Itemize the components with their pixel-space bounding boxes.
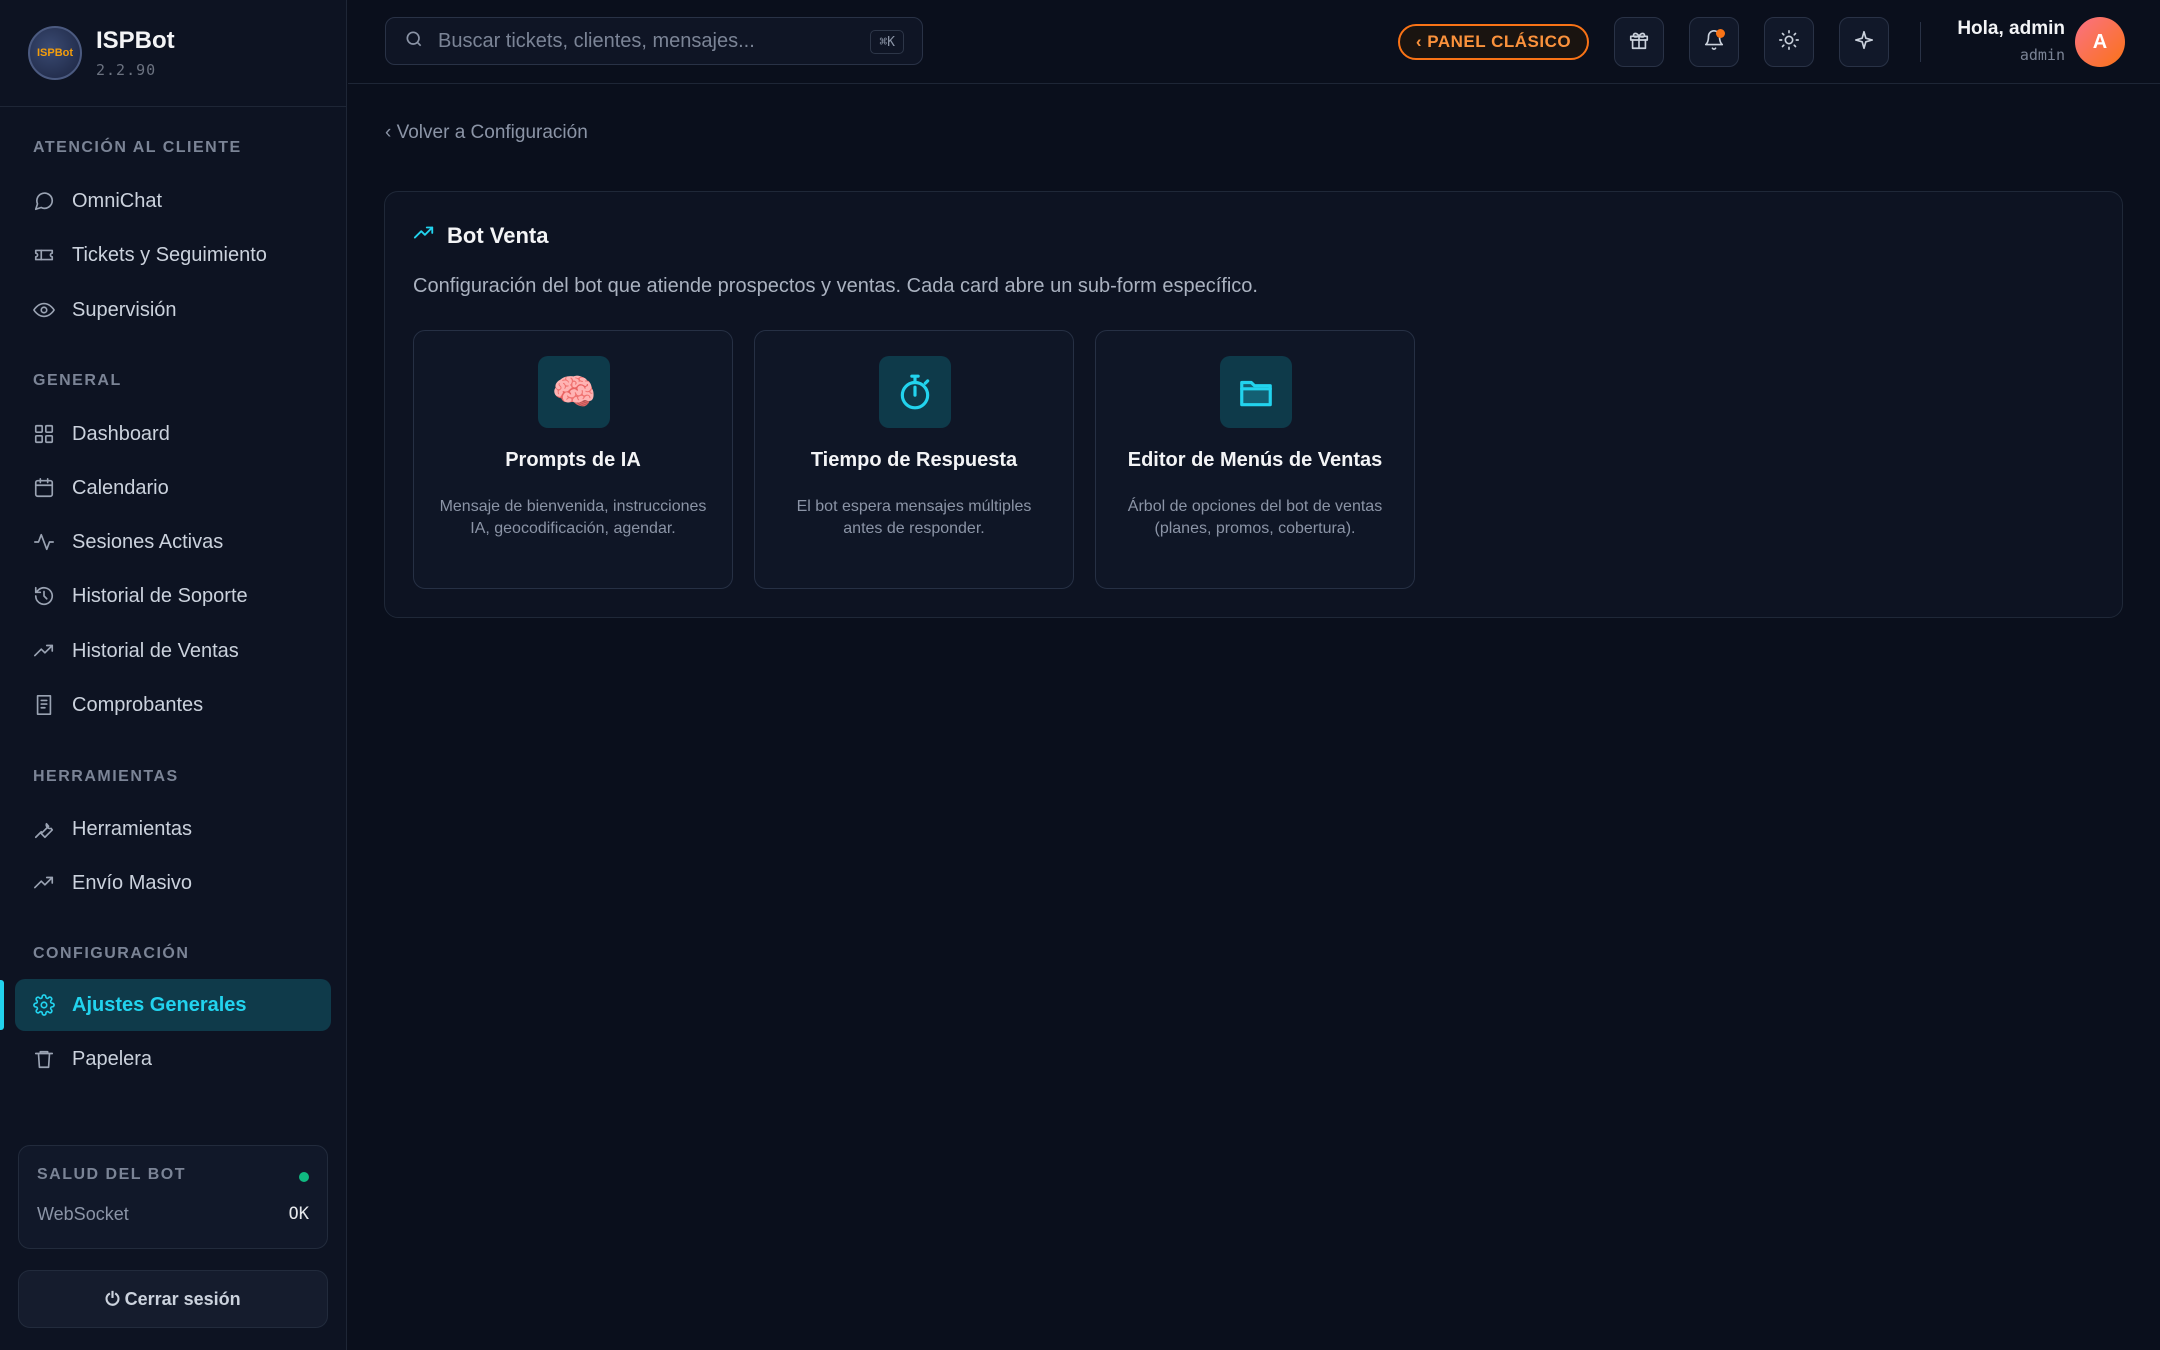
topbar-divider	[1920, 22, 1921, 62]
card-title: Editor de Menús de Ventas	[1127, 449, 1383, 471]
ai-assistant-button[interactable]	[1839, 17, 1889, 67]
sidebar-item-historial-ventas[interactable]: Historial de Ventas	[15, 625, 331, 677]
wrench-icon	[33, 818, 55, 840]
sidebar-item-label: OmniChat	[72, 189, 163, 212]
section-title-atencion: ATENCIÓN AL CLIENTE	[33, 139, 242, 156]
websocket-label: WebSocket	[37, 1204, 129, 1224]
user-info[interactable]: Hola, admin admin	[1957, 18, 2065, 64]
gift-button[interactable]	[1614, 17, 1664, 67]
trending-up-icon	[33, 640, 55, 662]
calendar-icon	[33, 477, 55, 499]
theme-toggle-button[interactable]	[1764, 17, 1814, 67]
brand-version: 2.2.90	[96, 61, 157, 79]
sparkle-icon	[1853, 29, 1875, 56]
search-shortcut: ⌘K	[870, 30, 904, 54]
card-title: Tiempo de Respuesta	[810, 449, 1018, 471]
sidebar-item-label: Calendario	[72, 476, 169, 499]
trending-up-icon	[413, 222, 435, 249]
sidebar-item-label: Papelera	[72, 1047, 153, 1070]
sidebar-item-comprobantes[interactable]: Comprobantes	[15, 679, 331, 731]
trash-icon	[33, 1048, 55, 1070]
sidebar-item-label: Historial de Soporte	[72, 584, 248, 607]
card-description: Mensaje de bienvenida, instrucciones IA,…	[439, 498, 707, 537]
receipt-icon	[33, 694, 55, 716]
sidebar-item-label: Dashboard	[72, 422, 170, 445]
sidebar-item-tickets[interactable]: Tickets y Seguimiento	[15, 229, 331, 281]
sidebar-item-label: Comprobantes	[72, 693, 204, 716]
history-icon	[33, 585, 55, 607]
sidebar-item-supervision[interactable]: Supervisión	[15, 284, 331, 336]
brand-logo[interactable]: ISPBot	[28, 26, 82, 80]
panel-title: Bot Venta	[447, 222, 549, 248]
back-to-config-link[interactable]: ‹ Volver a Configuración	[385, 122, 588, 144]
sidebar: ISPBot ISPBot 2.2.90 ATENCIÓN AL CLIENTE…	[0, 0, 347, 1350]
topbar: Buscar tickets, clientes, mensajes... ⌘K…	[348, 0, 2160, 84]
user-greeting: Hola, admin	[1957, 18, 2065, 39]
sidebar-item-label: Envío Masivo	[72, 871, 193, 894]
logout-button[interactable]: ⏻ Cerrar sesión	[18, 1270, 328, 1328]
panel-description: Configuración del bot que atiende prospe…	[413, 275, 1258, 297]
status-dot	[299, 1172, 309, 1182]
stopwatch-icon	[879, 356, 951, 428]
card-title: Prompts de IA	[505, 449, 641, 471]
brand-name: ISPBot	[96, 27, 175, 54]
ticket-icon	[33, 244, 55, 266]
sidebar-item-historial-soporte[interactable]: Historial de Soporte	[15, 570, 331, 622]
sidebar-item-dashboard[interactable]: Dashboard	[15, 408, 331, 460]
card-editor-menus[interactable]: Editor de Menús de Ventas Árbol de opcio…	[1095, 330, 1415, 589]
bot-health-title: SALUD DEL BOT	[37, 1166, 186, 1183]
bot-health-card: SALUD DEL BOT WebSocket OK	[18, 1145, 328, 1249]
folder-icon	[1220, 356, 1292, 428]
user-role: admin	[2019, 46, 2065, 64]
chat-icon	[33, 190, 55, 212]
card-description: El bot espera mensajes múltiples antes d…	[796, 498, 1032, 537]
trending-up-icon	[33, 872, 55, 894]
sidebar-item-label: Ajustes Generales	[72, 993, 247, 1016]
sun-icon	[1778, 29, 1800, 56]
search-icon	[404, 29, 424, 54]
sidebar-item-envio-masivo[interactable]: Envío Masivo	[15, 857, 331, 909]
sidebar-item-ajustes-generales[interactable]: Ajustes Generales	[15, 979, 331, 1031]
section-title-general: GENERAL	[33, 372, 122, 389]
card-description: Árbol de opciones del bot de ventas (pla…	[1127, 498, 1383, 537]
bot-venta-panel: Bot Venta Configuración del bot que atie…	[384, 191, 2123, 618]
brand: ISPBot ISPBot 2.2.90	[0, 0, 346, 107]
sidebar-item-sesiones[interactable]: Sesiones Activas	[15, 516, 331, 568]
search-placeholder: Buscar tickets, clientes, mensajes...	[438, 29, 755, 52]
sidebar-item-papelera[interactable]: Papelera	[15, 1033, 331, 1085]
sidebar-item-label: Supervisión	[72, 298, 177, 321]
card-prompts-ia[interactable]: 🧠 Prompts de IA Mensaje de bienvenida, i…	[413, 330, 733, 589]
notification-dot	[1716, 29, 1725, 38]
sidebar-item-herramientas[interactable]: Herramientas	[15, 803, 331, 855]
classic-panel-button[interactable]: ‹ PANEL CLÁSICO	[1398, 24, 1589, 60]
section-title-herramientas: HERRAMIENTAS	[33, 768, 179, 785]
gift-icon	[1628, 29, 1650, 56]
activity-icon	[33, 531, 55, 553]
sidebar-item-omnichat[interactable]: OmniChat	[15, 175, 331, 227]
sidebar-item-label: Sesiones Activas	[72, 530, 224, 553]
sidebar-item-calendario[interactable]: Calendario	[15, 462, 331, 514]
avatar[interactable]: A	[2075, 17, 2125, 67]
notifications-button[interactable]	[1689, 17, 1739, 67]
active-indicator	[0, 980, 4, 1030]
websocket-status: OK	[288, 1204, 309, 1224]
card-tiempo-respuesta[interactable]: Tiempo de Respuesta El bot espera mensaj…	[754, 330, 1074, 589]
grid-icon	[33, 423, 55, 445]
sidebar-item-label: Tickets y Seguimiento	[72, 243, 267, 266]
sidebar-item-label: Herramientas	[72, 817, 193, 840]
search-input[interactable]: Buscar tickets, clientes, mensajes... ⌘K	[385, 17, 923, 65]
section-title-configuracion: CONFIGURACIÓN	[33, 945, 190, 962]
gear-icon	[33, 994, 55, 1016]
brain-icon: 🧠	[538, 356, 610, 428]
sidebar-item-label: Historial de Ventas	[72, 639, 239, 662]
eye-icon	[33, 299, 55, 321]
